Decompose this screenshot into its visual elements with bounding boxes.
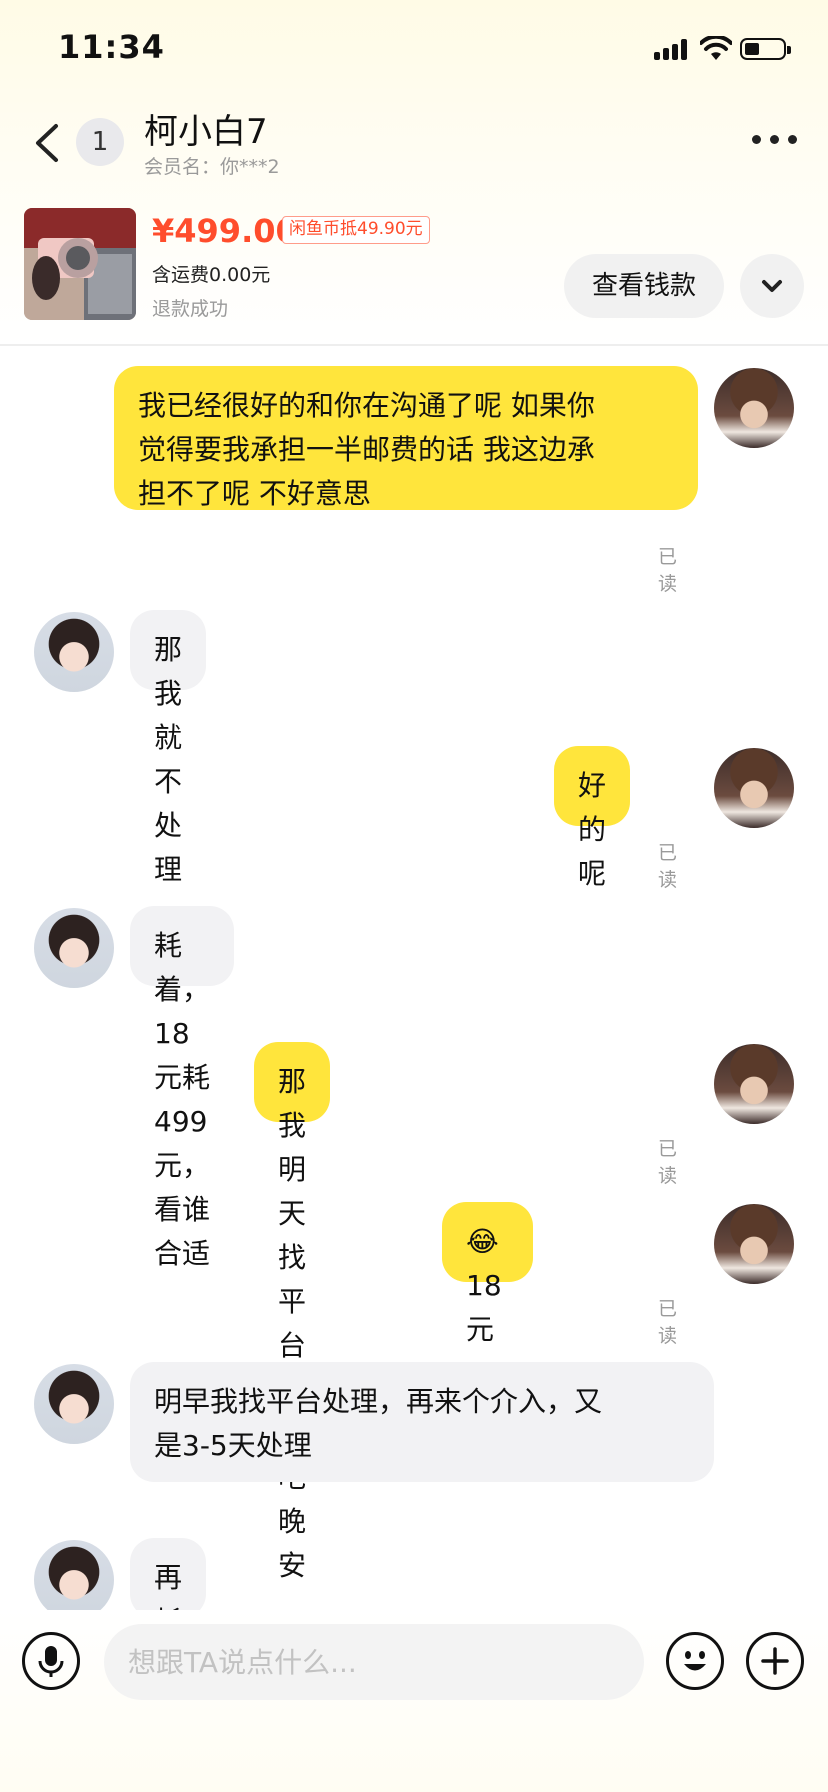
contact-avatar[interactable] (34, 908, 114, 988)
plus-button[interactable] (746, 1632, 804, 1690)
contact-avatar[interactable] (34, 1540, 114, 1610)
battery-icon (740, 38, 791, 60)
plus-icon (761, 1647, 789, 1675)
product-card[interactable]: ¥499.00 闲鱼币抵49.90元 含运费0.00元 退款成功 查看钱款 (0, 200, 828, 344)
message-list[interactable]: 我已经很好的和你在沟通了呢 如果你 觉得要我承担一半邮费的话 我这边承 担不了呢… (0, 346, 828, 1610)
read-receipt: 已读 (658, 546, 678, 595)
read-receipt: 已读 (658, 1138, 678, 1187)
status-time: 11:34 (58, 28, 165, 66)
voice-button[interactable] (22, 1632, 80, 1690)
microphone-icon (38, 1646, 64, 1677)
product-thumbnail[interactable] (24, 208, 136, 320)
chat-title: 柯小白7 (144, 112, 268, 152)
message-bubble[interactable]: 😂18元 9元? (442, 1202, 533, 1434)
status-bar: 11:34 (0, 0, 828, 100)
message-bubble[interactable]: 好的呢 (554, 746, 631, 890)
emoji-button[interactable] (666, 1632, 724, 1690)
my-avatar[interactable] (714, 1204, 794, 1284)
cellular-signal-icon (654, 38, 690, 60)
chevron-left-icon (36, 124, 58, 162)
my-avatar[interactable] (714, 368, 794, 448)
my-avatar[interactable] (714, 748, 794, 828)
view-money-button[interactable]: 查看钱款 (564, 254, 724, 318)
back-button[interactable] (28, 118, 68, 168)
message-bubble[interactable]: 我已经很好的和你在沟通了呢 如果你 觉得要我承担一半邮费的话 我这边承 担不了呢… (114, 366, 698, 510)
refund-status: 退款成功 (152, 298, 229, 320)
contact-avatar[interactable] (34, 612, 114, 692)
shipping-fee: 含运费0.00元 (152, 264, 271, 286)
emoji-icon (684, 1651, 706, 1671)
contact-avatar[interactable] (34, 1364, 114, 1444)
message-bubble[interactable]: 那我明天找平台处理吧 晚安 (254, 1042, 331, 1582)
member-name: 会员名：你***2 (144, 156, 280, 178)
expand-button[interactable] (740, 254, 804, 318)
more-dots-icon[interactable] (752, 134, 798, 148)
chat-header: 1 柯小白7 会员名：你***2 (0, 100, 828, 200)
camera-photo (24, 208, 136, 320)
input-bar (0, 1610, 828, 1792)
message-input[interactable] (104, 1624, 644, 1700)
wifi-icon (700, 36, 732, 60)
coin-deduction-tag: 闲鱼币抵49.90元 (282, 216, 430, 244)
product-price: ¥499.00 (152, 212, 298, 250)
read-receipt: 已读 (658, 842, 678, 891)
chevron-down-icon (762, 280, 782, 292)
message-bubble[interactable]: 那我就不处理 (130, 610, 207, 886)
read-receipt: 已读 (658, 1298, 678, 1347)
message-bubble[interactable]: 耗着，18元耗499元，看谁合适 (130, 906, 234, 1270)
message-bubble[interactable]: 明早我找平台处理，再来个介入，又 是3-5天处理 (130, 1362, 714, 1482)
message-bubble[interactable]: 再耗它个时间 (130, 1538, 207, 1610)
my-avatar[interactable] (714, 1044, 794, 1124)
unread-count-badge[interactable]: 1 (76, 118, 124, 166)
